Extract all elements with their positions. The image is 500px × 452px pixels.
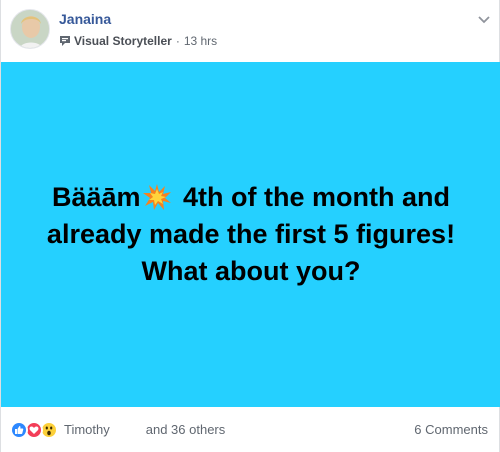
- speech-bubble-badge-icon: [59, 35, 71, 47]
- meta-separator: ·: [175, 34, 180, 48]
- reaction-icons[interactable]: [10, 420, 58, 439]
- post-meta: Visual Storyteller · 13 hrs: [59, 34, 217, 48]
- badge-label[interactable]: Visual Storyteller: [74, 34, 172, 48]
- post-footer: Timothy and 36 others 6 Comments: [1, 407, 500, 452]
- author-avatar[interactable]: [10, 9, 50, 49]
- post-card: Janaina Visual Storyteller · 13 hrs Bääā…: [0, 0, 500, 452]
- post-header: Janaina Visual Storyteller · 13 hrs: [1, 0, 500, 62]
- post-text-start: Bääām: [51, 182, 141, 212]
- author-name[interactable]: Janaina: [59, 11, 111, 27]
- collision-burst-icon: [142, 183, 172, 211]
- reactor-name[interactable]: Timothy: [64, 422, 110, 437]
- like-icon[interactable]: [10, 420, 28, 439]
- post-image-text: Bääām 4th of the month and already made …: [16, 179, 486, 290]
- post-image[interactable]: Bääām 4th of the month and already made …: [1, 62, 500, 407]
- comments-count[interactable]: 6 Comments: [414, 422, 488, 437]
- post-timestamp[interactable]: 13 hrs: [184, 34, 217, 48]
- reaction-others-count[interactable]: and 36 others: [146, 422, 226, 437]
- chevron-down-icon[interactable]: [477, 12, 491, 24]
